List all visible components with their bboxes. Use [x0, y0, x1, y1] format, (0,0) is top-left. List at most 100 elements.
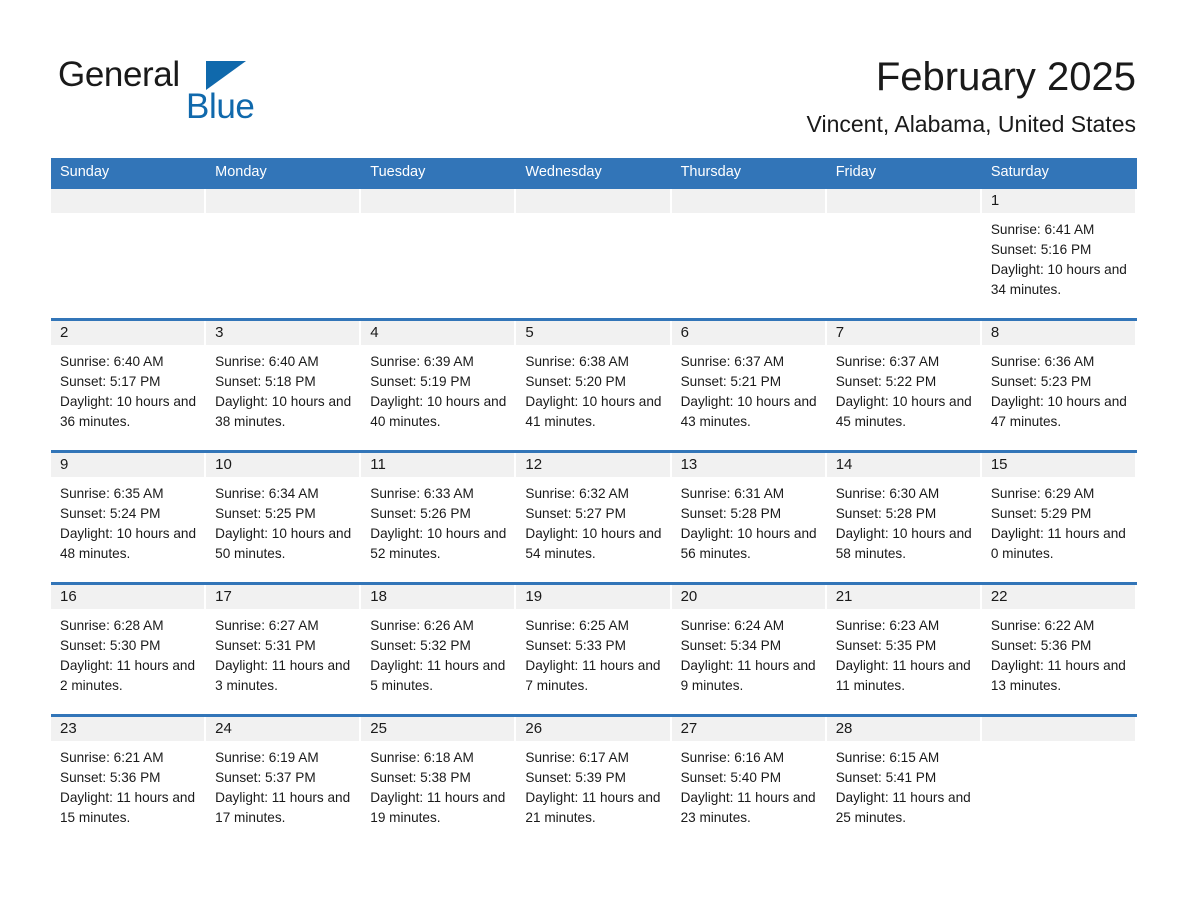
- day-cell[interactable]: 11 Sunrise: 6:33 AM Sunset: 5:26 PM Dayl…: [361, 453, 516, 582]
- daylight-text: Daylight: 11 hours and 3 minutes.: [215, 658, 351, 693]
- weekday-header-thursday: Thursday: [680, 164, 742, 180]
- daylight-text: Daylight: 11 hours and 11 minutes.: [835, 658, 971, 693]
- day-cell[interactable]: 20 Sunrise: 6:24 AM Sunset: 5:34 PM Dayl…: [671, 585, 827, 714]
- day-cell[interactable]: [361, 189, 516, 318]
- daylight-text: Daylight: 11 hours and 13 minutes.: [990, 658, 1126, 693]
- day-number: 2: [60, 324, 69, 341]
- day-cell[interactable]: 16 Sunrise: 6:28 AM Sunset: 5:30 PM Dayl…: [51, 585, 206, 714]
- day-number: 21: [835, 588, 853, 605]
- day-cell[interactable]: [206, 189, 361, 318]
- day-cell[interactable]: 3 Sunrise: 6:40 AM Sunset: 5:18 PM Dayli…: [206, 321, 361, 450]
- day-number-band: 7: [826, 321, 980, 345]
- daylight-text: Daylight: 10 hours and 52 minutes.: [370, 526, 507, 561]
- day-cell[interactable]: 1 Sunrise: 6:41 AM Sunset: 5:16 PM Dayli…: [981, 189, 1137, 318]
- day-cell[interactable]: 25 Sunrise: 6:18 AM Sunset: 5:38 PM Dayl…: [361, 717, 516, 846]
- week-row: 23 Sunrise: 6:21 AM Sunset: 5:36 PM Dayl…: [51, 714, 1137, 846]
- day-cell[interactable]: 13 Sunrise: 6:31 AM Sunset: 5:28 PM Dayl…: [671, 453, 827, 582]
- day-cell[interactable]: [671, 189, 827, 318]
- day-cell[interactable]: [981, 717, 1137, 846]
- page-title: February 2025: [875, 55, 1136, 99]
- sunrise-text: Sunrise: 6:25 AM: [525, 618, 629, 633]
- sunrise-text: Sunrise: 6:15 AM: [835, 750, 940, 765]
- brand-logo[interactable]: General Blue: [58, 55, 388, 135]
- day-cell[interactable]: 7 Sunrise: 6:37 AM Sunset: 5:22 PM Dayli…: [826, 321, 982, 450]
- day-number-band: 4: [361, 321, 515, 345]
- day-info: Sunrise: 6:40 AM Sunset: 5:18 PM Dayligh…: [206, 345, 361, 432]
- sunrise-text: Sunrise: 6:41 AM: [990, 222, 1095, 237]
- weekday-header-tuesday: Tuesday: [370, 164, 426, 180]
- day-info: [516, 213, 671, 220]
- day-number-band: 15: [981, 453, 1135, 477]
- day-number-band: 28: [826, 717, 980, 741]
- day-number-band: 21: [826, 585, 980, 609]
- day-number-band: [516, 189, 670, 213]
- day-cell[interactable]: 15 Sunrise: 6:29 AM Sunset: 5:29 PM Dayl…: [981, 453, 1137, 582]
- day-info: Sunrise: 6:23 AM Sunset: 5:35 PM Dayligh…: [827, 609, 982, 696]
- day-number-band: 14: [826, 453, 980, 477]
- daylight-text: Daylight: 11 hours and 7 minutes.: [525, 658, 661, 693]
- sunrise-text: Sunrise: 6:31 AM: [680, 486, 785, 501]
- day-number-band: 19: [516, 585, 670, 609]
- sunrise-text: Sunrise: 6:32 AM: [525, 486, 629, 501]
- day-cell[interactable]: 14 Sunrise: 6:30 AM Sunset: 5:28 PM Dayl…: [826, 453, 982, 582]
- day-cell[interactable]: 23 Sunrise: 6:21 AM Sunset: 5:36 PM Dayl…: [51, 717, 206, 846]
- sunrise-text: Sunrise: 6:34 AM: [215, 486, 319, 501]
- day-info: Sunrise: 6:34 AM Sunset: 5:25 PM Dayligh…: [206, 477, 361, 564]
- day-cell[interactable]: 10 Sunrise: 6:34 AM Sunset: 5:25 PM Dayl…: [206, 453, 361, 582]
- day-info: [672, 213, 827, 220]
- day-cell[interactable]: 17 Sunrise: 6:27 AM Sunset: 5:31 PM Dayl…: [206, 585, 361, 714]
- sunrise-text: Sunrise: 6:37 AM: [835, 354, 940, 369]
- day-cell[interactable]: 18 Sunrise: 6:26 AM Sunset: 5:32 PM Dayl…: [361, 585, 516, 714]
- day-cell[interactable]: 27 Sunrise: 6:16 AM Sunset: 5:40 PM Dayl…: [671, 717, 827, 846]
- day-cell[interactable]: 12 Sunrise: 6:32 AM Sunset: 5:27 PM Dayl…: [516, 453, 671, 582]
- day-info: Sunrise: 6:29 AM Sunset: 5:29 PM Dayligh…: [982, 477, 1137, 564]
- day-number: 15: [990, 456, 1008, 473]
- sunset-text: Sunset: 5:18 PM: [215, 374, 316, 389]
- day-cell[interactable]: 26 Sunrise: 6:17 AM Sunset: 5:39 PM Dayl…: [516, 717, 671, 846]
- weekday-header-sunday: Sunday: [60, 164, 110, 180]
- day-cell[interactable]: [516, 189, 671, 318]
- day-info: Sunrise: 6:35 AM Sunset: 5:24 PM Dayligh…: [51, 477, 206, 564]
- daylight-text: Daylight: 10 hours and 45 minutes.: [835, 394, 972, 429]
- day-info: Sunrise: 6:32 AM Sunset: 5:27 PM Dayligh…: [516, 477, 671, 564]
- day-info: Sunrise: 6:19 AM Sunset: 5:37 PM Dayligh…: [206, 741, 361, 828]
- day-cell[interactable]: 24 Sunrise: 6:19 AM Sunset: 5:37 PM Dayl…: [206, 717, 361, 846]
- brand-text-blue: Blue: [186, 87, 255, 126]
- day-cell[interactable]: 2 Sunrise: 6:40 AM Sunset: 5:17 PM Dayli…: [51, 321, 206, 450]
- day-number-band: 22: [981, 585, 1135, 609]
- day-info: Sunrise: 6:25 AM Sunset: 5:33 PM Dayligh…: [516, 609, 671, 696]
- day-number-band: [361, 189, 515, 213]
- day-cell[interactable]: 6 Sunrise: 6:37 AM Sunset: 5:21 PM Dayli…: [671, 321, 827, 450]
- day-number: 19: [525, 588, 543, 605]
- sunrise-text: Sunrise: 6:38 AM: [525, 354, 629, 369]
- day-cell[interactable]: 28 Sunrise: 6:15 AM Sunset: 5:41 PM Dayl…: [826, 717, 982, 846]
- day-cell[interactable]: 19 Sunrise: 6:25 AM Sunset: 5:33 PM Dayl…: [516, 585, 671, 714]
- day-cell[interactable]: 21 Sunrise: 6:23 AM Sunset: 5:35 PM Dayl…: [826, 585, 982, 714]
- day-number-band: 25: [361, 717, 515, 741]
- location-subtitle: Vincent, Alabama, United States: [806, 111, 1136, 137]
- day-cell[interactable]: 9 Sunrise: 6:35 AM Sunset: 5:24 PM Dayli…: [51, 453, 206, 582]
- day-cell[interactable]: [51, 189, 206, 318]
- sunset-text: Sunset: 5:40 PM: [680, 770, 782, 785]
- daylight-text: Daylight: 11 hours and 0 minutes.: [990, 526, 1126, 561]
- sunset-text: Sunset: 5:32 PM: [370, 638, 471, 653]
- sunrise-text: Sunrise: 6:24 AM: [680, 618, 785, 633]
- sunset-text: Sunset: 5:27 PM: [525, 506, 626, 521]
- day-cell[interactable]: 4 Sunrise: 6:39 AM Sunset: 5:19 PM Dayli…: [361, 321, 516, 450]
- sunrise-text: Sunrise: 6:18 AM: [370, 750, 474, 765]
- daylight-text: Daylight: 11 hours and 21 minutes.: [525, 790, 661, 825]
- sunset-text: Sunset: 5:34 PM: [680, 638, 782, 653]
- week-row: 2 Sunrise: 6:40 AM Sunset: 5:17 PM Dayli…: [51, 318, 1137, 450]
- sunrise-text: Sunrise: 6:30 AM: [835, 486, 940, 501]
- day-cell[interactable]: 22 Sunrise: 6:22 AM Sunset: 5:36 PM Dayl…: [981, 585, 1137, 714]
- daylight-text: Daylight: 11 hours and 19 minutes.: [370, 790, 506, 825]
- day-cell[interactable]: 5 Sunrise: 6:38 AM Sunset: 5:20 PM Dayli…: [516, 321, 671, 450]
- day-cell[interactable]: 8 Sunrise: 6:36 AM Sunset: 5:23 PM Dayli…: [981, 321, 1137, 450]
- daylight-text: Daylight: 10 hours and 56 minutes.: [680, 526, 817, 561]
- day-cell[interactable]: [826, 189, 982, 318]
- sunrise-text: Sunrise: 6:40 AM: [60, 354, 164, 369]
- daylight-text: Daylight: 10 hours and 41 minutes.: [525, 394, 662, 429]
- day-info: Sunrise: 6:36 AM Sunset: 5:23 PM Dayligh…: [982, 345, 1137, 432]
- sunset-text: Sunset: 5:19 PM: [370, 374, 471, 389]
- sunrise-text: Sunrise: 6:40 AM: [215, 354, 319, 369]
